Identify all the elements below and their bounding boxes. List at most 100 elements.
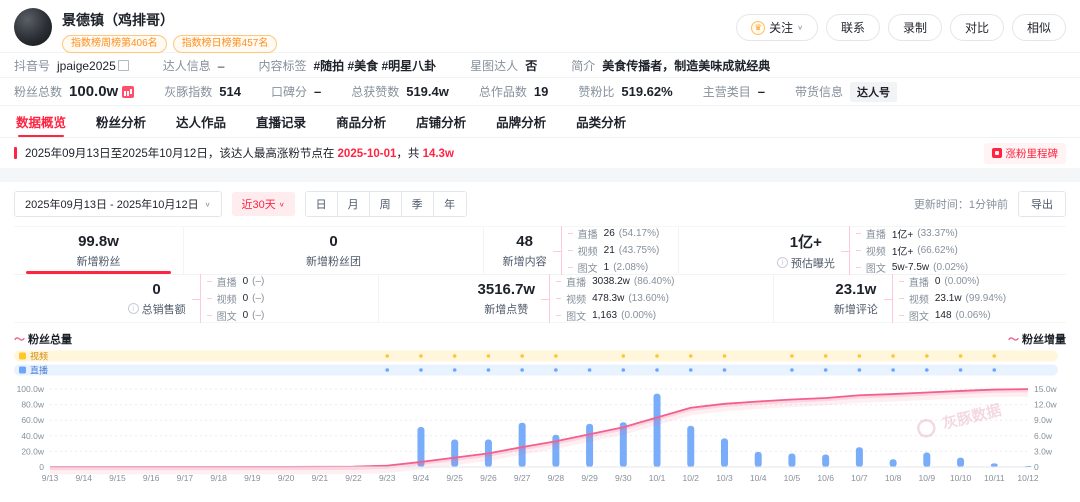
period-segments: 日 月 周 季 年 [305,191,467,217]
svg-text:9/19: 9/19 [244,473,261,483]
svg-text:9/20: 9/20 [278,473,295,483]
record-button[interactable]: 录制 [888,14,942,41]
tab-data-overview[interactable]: 数据概览 [16,106,66,137]
svg-text:9/13: 9/13 [42,473,59,483]
svg-text:3.0w: 3.0w [1034,446,1053,456]
svg-text:10/1: 10/1 [649,473,666,483]
chevron-down-icon: ∨ [279,200,285,207]
svg-text:视频: 视频 [30,351,48,362]
compare-button[interactable]: 对比 [950,14,1004,41]
period-day[interactable]: 日 [306,192,338,216]
svg-text:9/16: 9/16 [143,473,160,483]
chevron-down-icon: ∨ [205,200,211,207]
card-estimated-exposure[interactable]: 1亿+预估曝光 直播1亿+(33.37%) 视频1亿+(66.62%) 图文5w… [679,227,1066,274]
svg-text:15.0w: 15.0w [1034,384,1058,394]
follow-button[interactable]: ♛ 关注 ∨ [736,14,818,41]
svg-text:9/23: 9/23 [379,473,396,483]
period-week[interactable]: 周 [370,192,402,216]
svg-text:9/15: 9/15 [109,473,126,483]
quick-range-selector[interactable]: 近30天 ∨ [232,192,295,216]
chevron-down-icon: ∨ [797,24,803,31]
total-likes: 519.4w [406,84,449,99]
date-range-picker[interactable]: 2025年09月13日 - 2025年10月12日 ∨ [14,191,222,217]
fans-total: 100.0w [69,83,118,100]
peak-value: 14.3w [423,148,454,160]
key-stats-row: 粉丝总数100.0w 灰豚指数514 口碑分– 总获赞数519.4w 总作品数1… [0,78,1080,106]
profile-info-row: 抖音号jpaige2025 达人信息– 内容标签#随拍 #美食 #明星八卦 星图… [0,52,1080,78]
svg-text:9.0w: 9.0w [1034,415,1053,425]
filter-controls: 2025年09月13日 - 2025年10月12日 ∨ 近30天 ∨ 日 月 周… [14,191,1066,217]
svg-text:9/22: 9/22 [345,473,362,483]
svg-text:10/8: 10/8 [885,473,902,483]
total-posts: 19 [534,84,548,99]
svg-text:9/17: 9/17 [177,473,194,483]
chart-header: 〜粉丝总量 〜粉丝增量 [14,331,1066,347]
crown-icon: ♛ [751,21,765,35]
tab-shop-analysis[interactable]: 店铺分析 [416,106,466,137]
svg-text:10/5: 10/5 [784,473,801,483]
svg-text:10/2: 10/2 [682,473,699,483]
svg-text:0: 0 [1034,462,1039,472]
svg-text:灰豚数据: 灰豚数据 [941,401,1004,433]
card-new-fanclub[interactable]: 0新增粉丝团 [184,227,484,274]
peak-date: 2025-10-01 [338,148,397,160]
tab-category-analysis[interactable]: 品类分析 [576,106,626,137]
douyin-id: jpaige2025 [57,59,116,73]
huitun-index: 514 [219,84,241,99]
milestone-button[interactable]: 涨粉里程碑 [984,143,1067,164]
fans-chart-container: 视频直播0020.0w3.0w40.0w6.0w60.0w9.0w80.0w12… [14,349,1066,496]
notice-marker [14,147,17,159]
tab-live-records[interactable]: 直播记录 [256,106,306,137]
tab-product-analysis[interactable]: 商品分析 [336,106,386,137]
svg-text:9/30: 9/30 [615,473,632,483]
like-fan-ratio: 519.62% [621,84,672,99]
svg-text:60.0w: 60.0w [21,415,45,425]
seller-type-tag: 达人号 [850,82,897,102]
info-icon [777,257,788,268]
rank-badge-day: 指数榜日榜第457名 [173,35,278,53]
bio-text: 美食传播者，制造美味成就经典 [602,59,770,73]
svg-text:10/11: 10/11 [984,473,1005,483]
card-total-sales[interactable]: 0总销售额 直播0(–) 视频0(–) 图文0(–) [14,275,379,322]
svg-text:100.0w: 100.0w [17,384,45,394]
svg-text:6.0w: 6.0w [1034,431,1053,441]
svg-text:9/18: 9/18 [210,473,227,483]
similar-button[interactable]: 相似 [1012,14,1066,41]
updated-time: 更新时间：1分钟前 [914,196,1008,212]
card-new-likes[interactable]: 3516.7w新增点赞 直播3038.2w(86.40%) 视频478.3w(1… [379,275,774,322]
overview-panel: 2025年09月13日 - 2025年10月12日 ∨ 近30天 ∨ 日 月 周… [0,182,1080,496]
fans-rank-icon[interactable] [122,86,134,98]
card-new-comments[interactable]: 23.1w新增评论 直播0(0.00%) 视频23.1w(99.94%) 图文1… [774,275,1066,322]
svg-text:直播: 直播 [30,365,48,376]
tab-brand-analysis[interactable]: 品牌分析 [496,106,546,137]
milestone-icon [992,148,1002,158]
tab-creator-works[interactable]: 达人作品 [176,106,226,137]
tab-fans-analysis[interactable]: 粉丝分析 [96,106,146,137]
svg-text:10/4: 10/4 [750,473,767,483]
period-quarter[interactable]: 季 [402,192,434,216]
svg-text:9/25: 9/25 [446,473,463,483]
card-new-fans[interactable]: 99.8w新增粉丝 [14,227,184,274]
svg-text:80.0w: 80.0w [21,400,45,410]
fans-chart[interactable]: 视频直播0020.0w3.0w40.0w6.0w60.0w9.0w80.0w12… [14,349,1066,491]
svg-text:10/9: 10/9 [919,473,936,483]
profile-header: 景德镇（鸡排哥） 指数榜周榜第406名 指数榜日榜第457名 ♛ 关注 ∨ 联系… [0,0,1080,52]
svg-text:9/26: 9/26 [480,473,497,483]
chart-right-title: 粉丝增量 [1022,334,1066,346]
chart-left-title: 粉丝总量 [28,334,72,346]
content-tags: #随拍 #美食 #明星八卦 [313,59,436,73]
svg-text:10/6: 10/6 [817,473,834,483]
period-month[interactable]: 月 [338,192,370,216]
export-button[interactable]: 导出 [1018,191,1066,217]
svg-text:9/21: 9/21 [312,473,329,483]
avatar [14,8,52,46]
metric-cards: 99.8w新增粉丝 0新增粉丝团 48新增内容 直播26(54.17%) 视频2… [14,226,1066,323]
copy-icon[interactable] [120,62,129,71]
svg-text:40.0w: 40.0w [21,431,45,441]
svg-text:9/27: 9/27 [514,473,531,483]
card-new-content[interactable]: 48新增内容 直播26(54.17%) 视频21(43.75%) 图文1(2.0… [484,227,679,274]
svg-text:10/10: 10/10 [950,473,972,483]
contact-button[interactable]: 联系 [826,14,880,41]
notice-bar: 2025年09月13日至2025年10月12日，该达人最高涨粉节点在 2025-… [0,138,1080,168]
period-year[interactable]: 年 [434,192,466,216]
